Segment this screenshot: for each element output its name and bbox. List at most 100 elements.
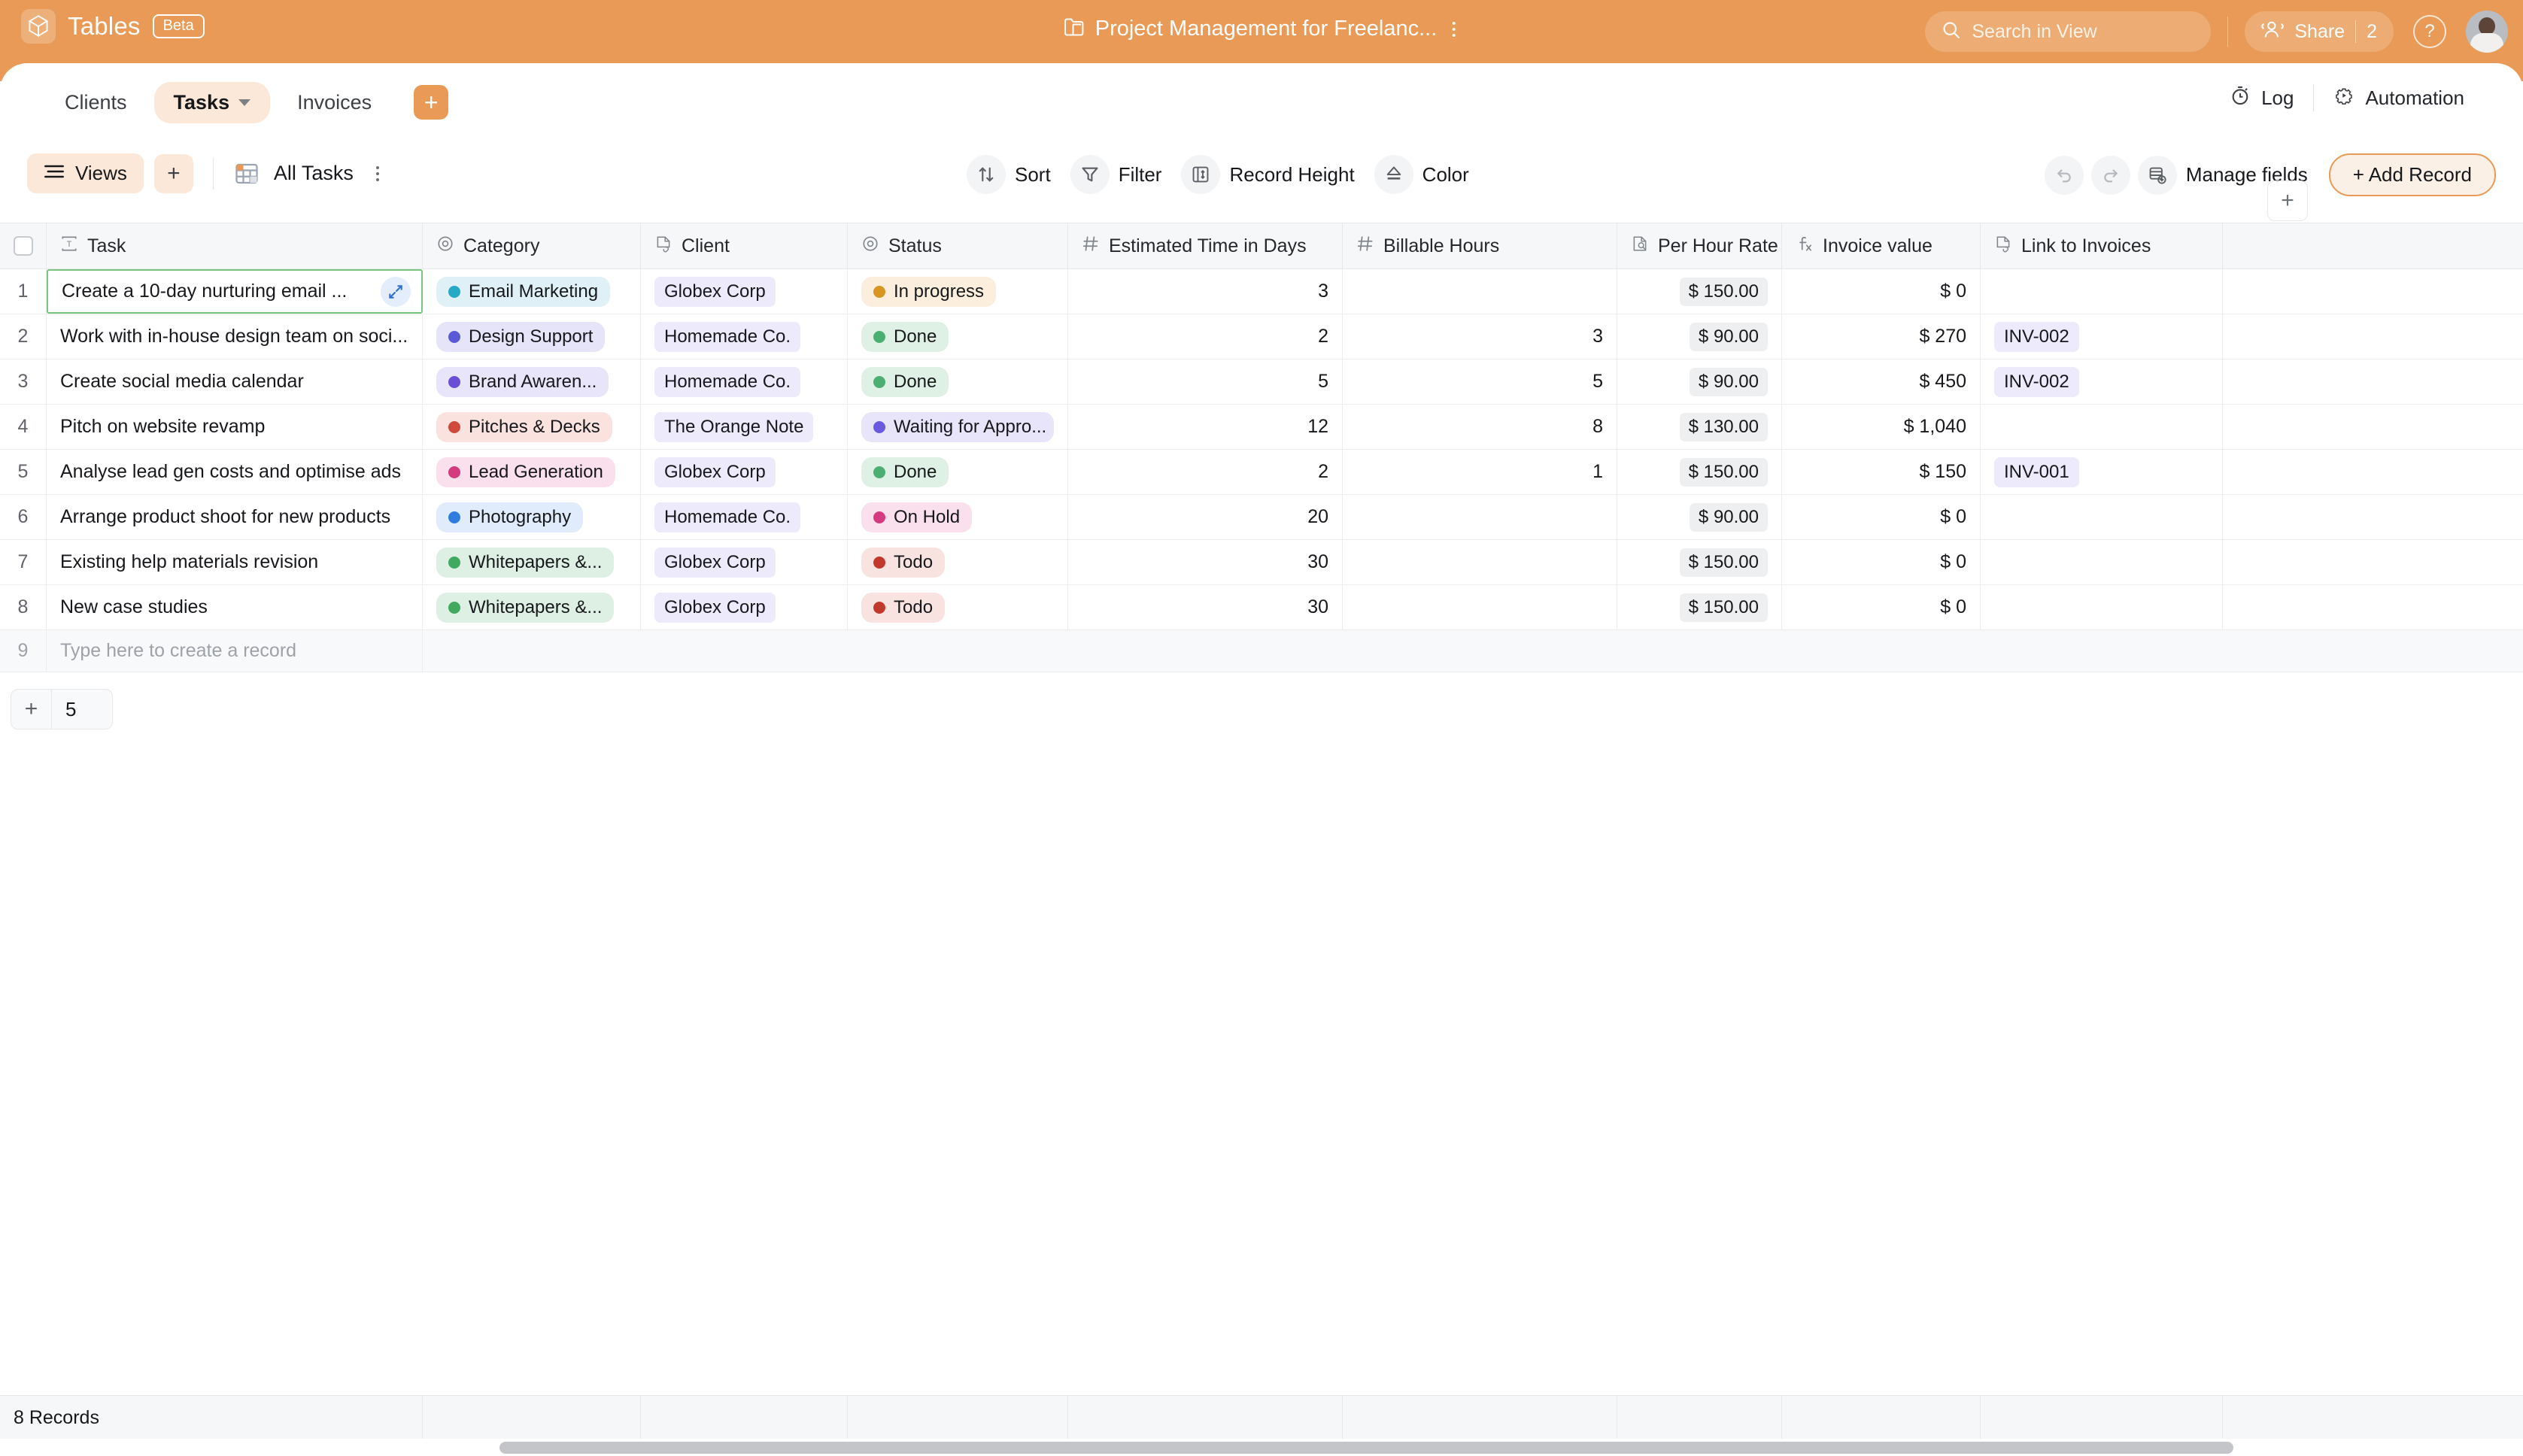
- invoice-link-chip[interactable]: INV-002: [1994, 321, 2079, 352]
- cell-per-hour-rate[interactable]: $ 130.00: [1617, 405, 1782, 449]
- cell-status[interactable]: Todo: [848, 540, 1068, 584]
- table-row[interactable]: 2 Work with in-house design team on soci.…: [0, 314, 2523, 359]
- add-view-button[interactable]: +: [153, 153, 193, 193]
- cell-invoice-value[interactable]: $ 450: [1782, 359, 1981, 404]
- cell-client[interactable]: Globex Corp: [641, 450, 848, 494]
- filter-button[interactable]: Filter: [1070, 155, 1176, 194]
- cell-per-hour-rate[interactable]: $ 150.00: [1617, 269, 1782, 314]
- footer-summary-cell[interactable]: [1068, 1396, 1343, 1439]
- document-title-group[interactable]: Project Management for Freelanc...: [1064, 17, 1460, 41]
- tab-invoices[interactable]: Invoices: [278, 82, 391, 123]
- avatar[interactable]: [2466, 11, 2508, 53]
- cell-billable-hours[interactable]: [1343, 540, 1617, 584]
- sort-button[interactable]: Sort: [967, 155, 1064, 194]
- cell-estimated-time[interactable]: 20: [1068, 495, 1343, 539]
- cell-invoice-value[interactable]: $ 1,040: [1782, 405, 1981, 449]
- column-header-client[interactable]: Client: [641, 223, 848, 268]
- cell-client[interactable]: The Orange Note: [641, 405, 848, 449]
- footer-summary-cell[interactable]: [1617, 1396, 1782, 1439]
- cell-link-to-invoices[interactable]: [1981, 540, 2223, 584]
- cell-task[interactable]: Existing help materials revision: [47, 540, 423, 584]
- cell-billable-hours[interactable]: [1343, 585, 1617, 629]
- cell-status[interactable]: Done: [848, 359, 1068, 404]
- cell-status[interactable]: Done: [848, 450, 1068, 494]
- footer-summary-cell[interactable]: [1343, 1396, 1617, 1439]
- footer-summary-cell[interactable]: [1782, 1396, 1981, 1439]
- expand-arrows-icon[interactable]: [381, 276, 411, 307]
- table-row[interactable]: 5 Analyse lead gen costs and optimise ads…: [0, 450, 2523, 495]
- cell-client[interactable]: Globex Corp: [641, 585, 848, 629]
- cell-billable-hours[interactable]: 5: [1343, 359, 1617, 404]
- select-all-checkbox[interactable]: [0, 223, 47, 268]
- table-row[interactable]: 3 Create social media calendar Brand Aware…: [0, 359, 2523, 405]
- cell-category[interactable]: Design Support: [423, 314, 641, 359]
- cell-client[interactable]: Homemade Co.: [641, 359, 848, 404]
- cell-billable-hours[interactable]: [1343, 269, 1617, 314]
- share-button[interactable]: Share 2: [2245, 11, 2394, 52]
- table-row[interactable]: 8 New case studies Whitepapers &... Globex …: [0, 585, 2523, 630]
- cell-invoice-value[interactable]: $ 150: [1782, 450, 1981, 494]
- cell-task[interactable]: Create a 10-day nurturing email ...: [47, 269, 423, 314]
- cell-billable-hours[interactable]: 1: [1343, 450, 1617, 494]
- checkbox-icon[interactable]: [13, 236, 33, 256]
- invoice-link-chip[interactable]: INV-001: [1994, 457, 2079, 487]
- column-header-invoice-value[interactable]: Invoice value: [1782, 223, 1981, 268]
- cell-estimated-time[interactable]: 5: [1068, 359, 1343, 404]
- cell-billable-hours[interactable]: 8: [1343, 405, 1617, 449]
- summary-bar[interactable]: + 5: [11, 689, 113, 730]
- add-record-button[interactable]: + Add Record: [2328, 153, 2496, 196]
- views-button[interactable]: Views: [27, 153, 144, 193]
- cell-link-to-invoices[interactable]: [1981, 585, 2223, 629]
- cell-per-hour-rate[interactable]: $ 90.00: [1617, 495, 1782, 539]
- cell-per-hour-rate[interactable]: $ 90.00: [1617, 314, 1782, 359]
- cell-estimated-time[interactable]: 3: [1068, 269, 1343, 314]
- cell-client[interactable]: Globex Corp: [641, 269, 848, 314]
- cell-task[interactable]: Analyse lead gen costs and optimise ads: [47, 450, 423, 494]
- cell-client[interactable]: Globex Corp: [641, 540, 848, 584]
- cell-per-hour-rate[interactable]: $ 150.00: [1617, 540, 1782, 584]
- cell-category[interactable]: Whitepapers &...: [423, 540, 641, 584]
- column-header-task[interactable]: T Task: [47, 223, 423, 268]
- cell-estimated-time[interactable]: 2: [1068, 314, 1343, 359]
- cell-category[interactable]: Lead Generation: [423, 450, 641, 494]
- footer-summary-cell[interactable]: [423, 1396, 641, 1439]
- log-button[interactable]: Log: [2210, 85, 2313, 111]
- cell-per-hour-rate[interactable]: $ 150.00: [1617, 585, 1782, 629]
- cell-invoice-value[interactable]: $ 0: [1782, 269, 1981, 314]
- add-field-button[interactable]: +: [2267, 180, 2308, 221]
- cell-link-to-invoices[interactable]: [1981, 405, 2223, 449]
- horizontal-scrollbar-thumb[interactable]: [499, 1442, 2233, 1454]
- search-input[interactable]: Search in View: [1925, 11, 2212, 52]
- cell-per-hour-rate[interactable]: $ 150.00: [1617, 450, 1782, 494]
- table-row[interactable]: 4 Pitch on website revamp Pitches & Decks T…: [0, 405, 2523, 450]
- summary-add-icon[interactable]: +: [11, 690, 52, 729]
- cell-invoice-value[interactable]: $ 0: [1782, 585, 1981, 629]
- column-header-status[interactable]: Status: [848, 223, 1068, 268]
- cell-estimated-time[interactable]: 2: [1068, 450, 1343, 494]
- automation-button[interactable]: Automation: [2314, 85, 2484, 111]
- cell-category[interactable]: Whitepapers &...: [423, 585, 641, 629]
- cell-category[interactable]: Photography: [423, 495, 641, 539]
- cell-billable-hours[interactable]: [1343, 495, 1617, 539]
- cell-task[interactable]: New case studies: [47, 585, 423, 629]
- cell-invoice-value[interactable]: $ 0: [1782, 540, 1981, 584]
- color-button[interactable]: Color: [1374, 155, 1483, 194]
- cell-task[interactable]: Pitch on website revamp: [47, 405, 423, 449]
- view-options-kebab-icon[interactable]: [372, 163, 384, 184]
- column-header-category[interactable]: Category: [423, 223, 641, 268]
- record-height-button[interactable]: Record Height: [1181, 155, 1368, 194]
- column-header-link-to-invoices[interactable]: Link to Invoices: [1981, 223, 2223, 268]
- cell-status[interactable]: On Hold: [848, 495, 1068, 539]
- cell-status[interactable]: Waiting for Appro...: [848, 405, 1068, 449]
- footer-summary-cell[interactable]: [641, 1396, 848, 1439]
- cell-estimated-time[interactable]: 12: [1068, 405, 1343, 449]
- kebab-menu-icon[interactable]: [1447, 19, 1459, 40]
- cell-link-to-invoices[interactable]: INV-002: [1981, 359, 2223, 404]
- cell-status[interactable]: Todo: [848, 585, 1068, 629]
- invoice-link-chip[interactable]: INV-002: [1994, 366, 2079, 397]
- cell-link-to-invoices[interactable]: INV-002: [1981, 314, 2223, 359]
- cell-link-to-invoices[interactable]: [1981, 495, 2223, 539]
- cell-invoice-value[interactable]: $ 270: [1782, 314, 1981, 359]
- cell-category[interactable]: Email Marketing: [423, 269, 641, 314]
- table-row[interactable]: 1 Create a 10-day nurturing email ... Emai…: [0, 269, 2523, 314]
